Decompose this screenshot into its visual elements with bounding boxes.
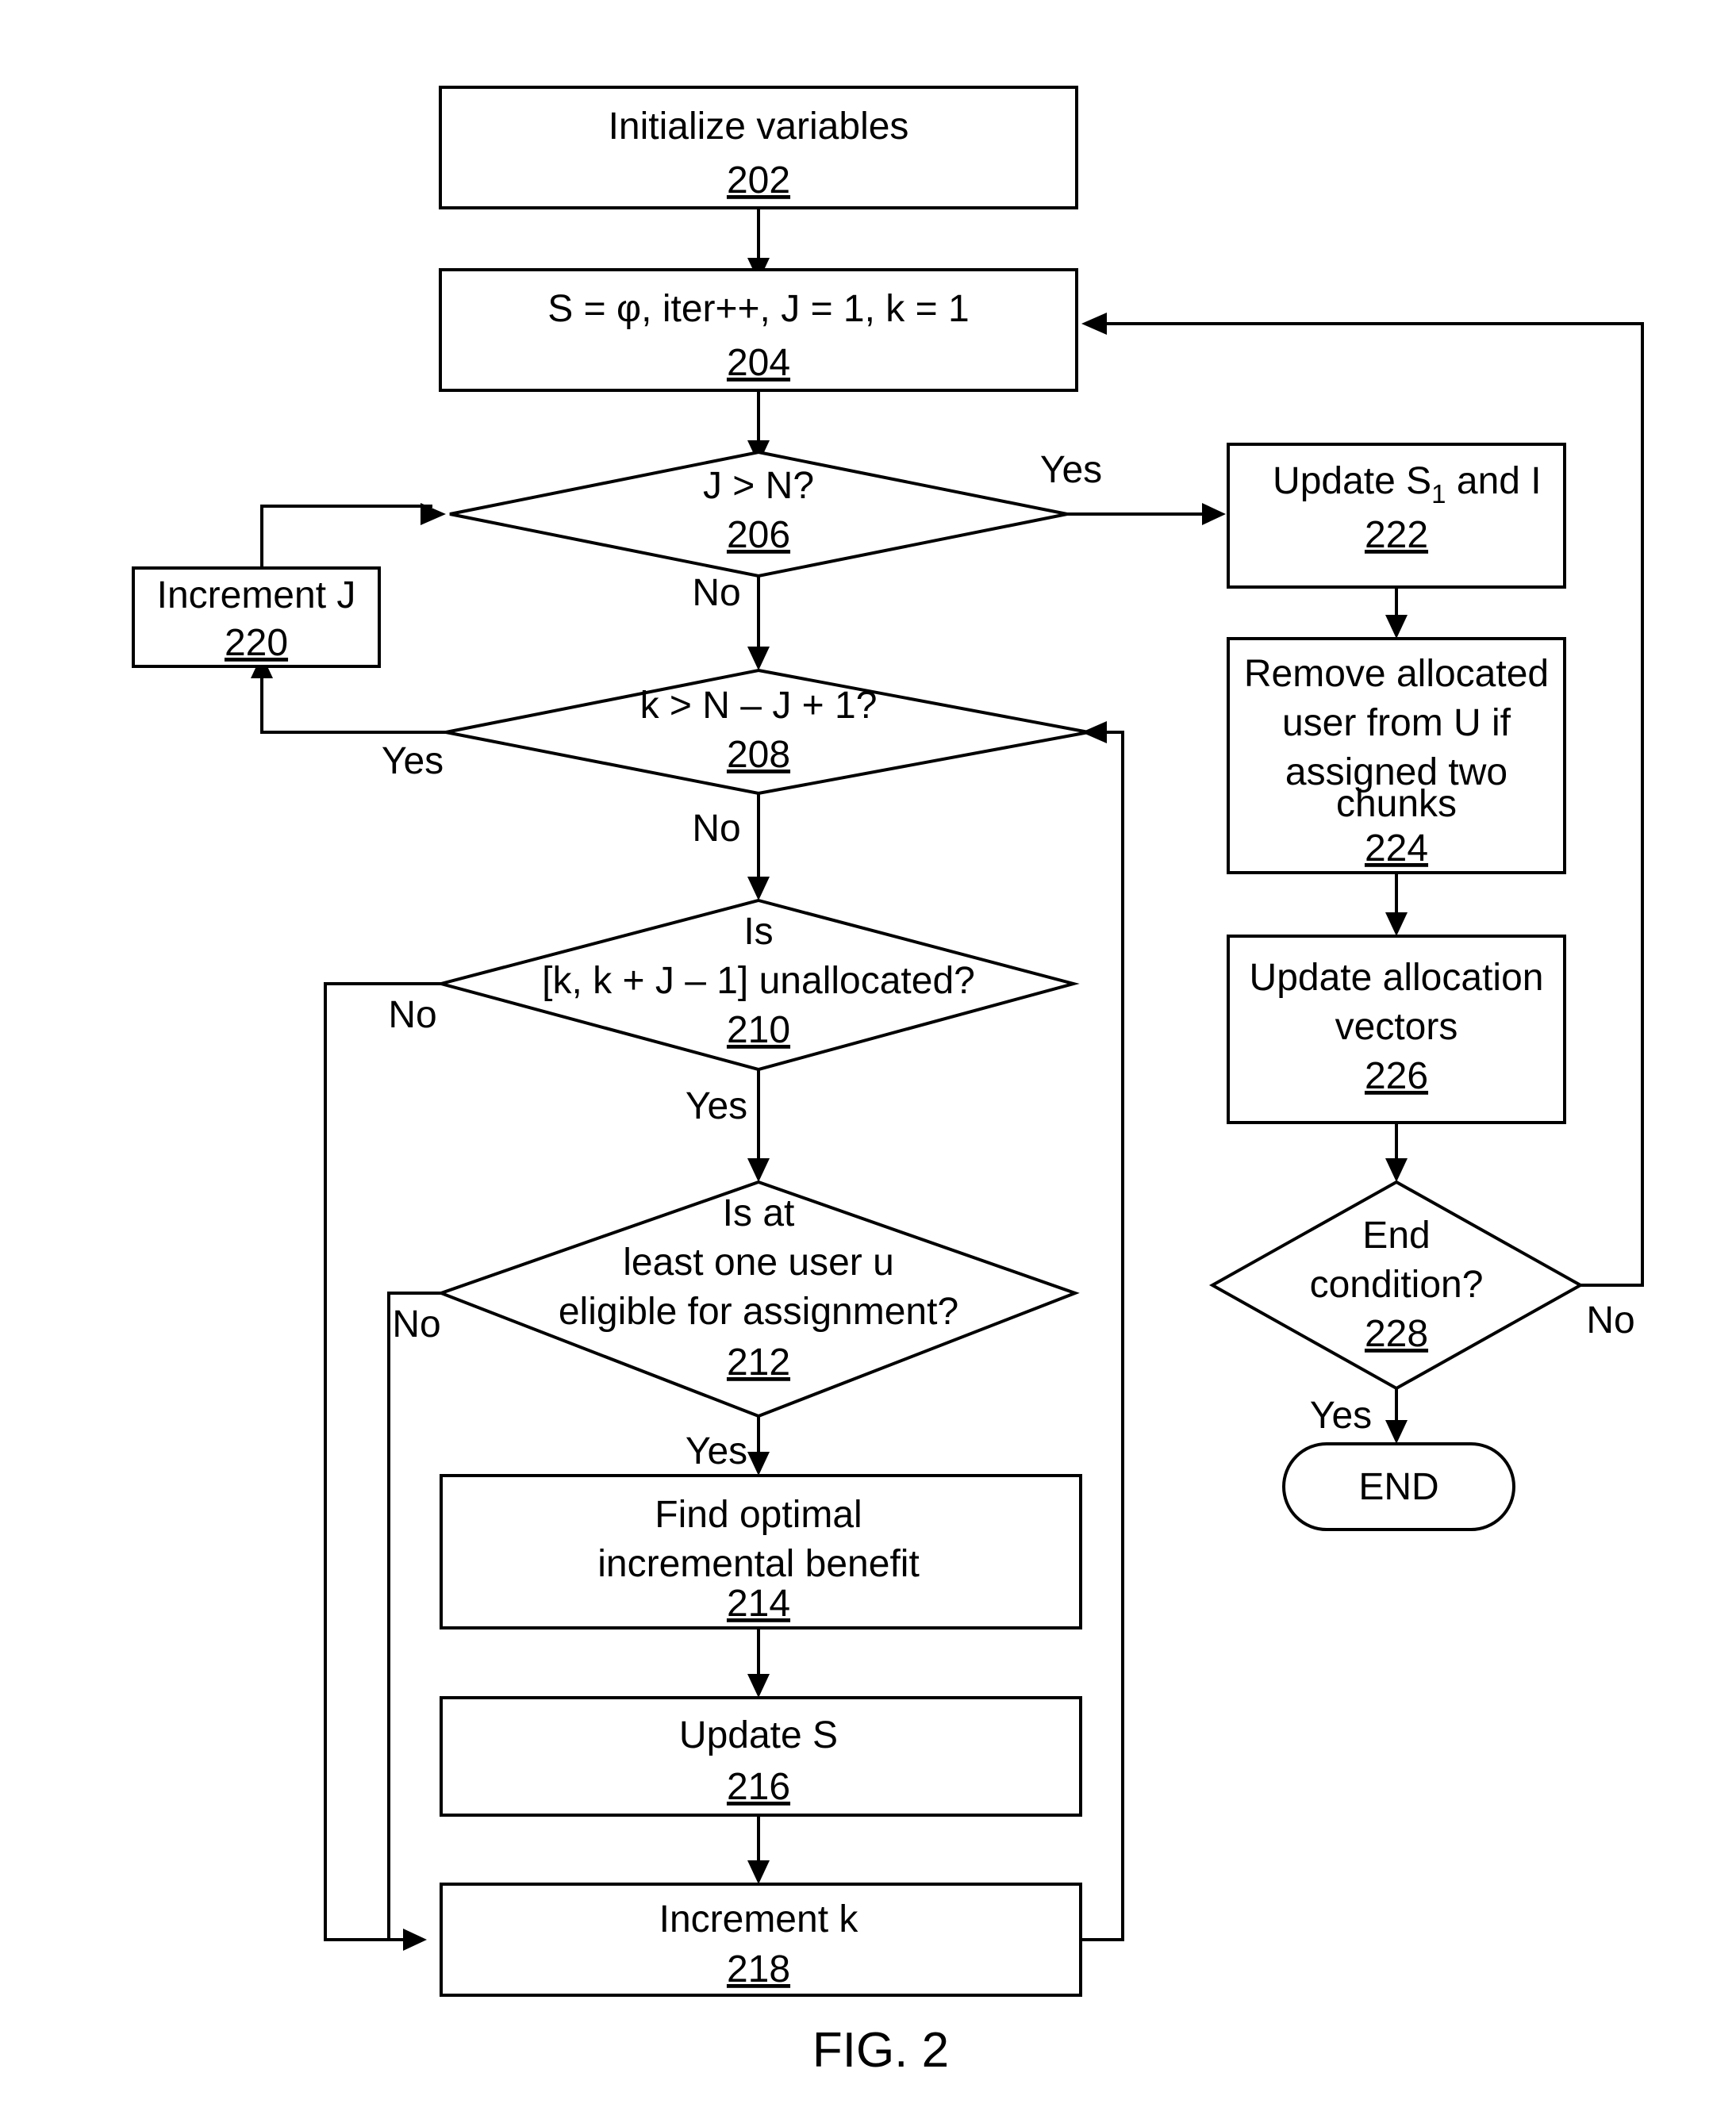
branch-label-210-yes: Yes <box>686 1085 747 1127</box>
branch-label-212-yes: Yes <box>686 1430 747 1472</box>
node-212-ref: 212 <box>727 1342 790 1384</box>
branch-label-208-yes: Yes <box>382 740 444 782</box>
node-222-ref: 222 <box>1365 514 1428 556</box>
connector-222-to-224 <box>1385 587 1408 639</box>
connector-212-no-to-218 <box>387 1292 441 1941</box>
node-222-text-tail: and I <box>1446 460 1542 502</box>
node-204-line-1: S = φ, iter++, J = 1, k = 1 <box>547 288 969 330</box>
node-220-line-1: Increment J <box>157 574 356 616</box>
node-216-line-1: Update S <box>679 1714 838 1756</box>
node-224-line-1: Remove allocated <box>1244 653 1549 695</box>
node-226-ref: 226 <box>1365 1055 1428 1097</box>
connector-208-no-to-210 <box>747 793 770 900</box>
node-210-ref: 210 <box>727 1009 790 1051</box>
branch-label-208-no: No <box>692 808 740 850</box>
connector-212-yes-to-214 <box>747 1416 770 1476</box>
node-228-line-2: condition? <box>1310 1264 1484 1306</box>
node-208-ref: 208 <box>727 734 790 776</box>
node-228-ref: 228 <box>1365 1313 1428 1355</box>
node-218-line-1: Increment k <box>659 1898 859 1940</box>
connector-210-no-to-218 <box>324 982 441 1951</box>
branch-label-228-no: No <box>1586 1299 1634 1342</box>
connector-216-to-218 <box>747 1815 770 1884</box>
node-202-line-1: Initialize variables <box>609 106 909 148</box>
connector-218-to-208 <box>1081 721 1124 1941</box>
node-226-line-2: vectors <box>1335 1006 1458 1048</box>
connector-226-to-228 <box>1385 1123 1408 1182</box>
node-214-ref: 214 <box>727 1583 790 1625</box>
node-210-line-1: Is <box>743 911 773 953</box>
branch-label-206-yes: Yes <box>1040 449 1102 491</box>
node-end-label: END <box>1358 1466 1438 1508</box>
node-208-line-1: k > N – J + 1? <box>640 685 878 727</box>
node-222-subscript: 1 <box>1431 479 1446 509</box>
node-224-line-4: chunks <box>1336 783 1457 825</box>
node-224-line-2: user from U if <box>1282 702 1511 744</box>
flowchart-canvas: Initialize variables 202 S = φ, iter++, … <box>132 86 1644 2078</box>
node-228-line-1: End <box>1362 1215 1430 1257</box>
node-214-line-1: Find optimal <box>655 1494 862 1536</box>
connector-214-to-216 <box>747 1628 770 1698</box>
node-212-line-3: eligible for assignment? <box>559 1291 958 1333</box>
figure-caption: FIG. 2 <box>812 2023 949 2078</box>
node-212-line-2: least one user u <box>623 1242 894 1284</box>
node-218-ref: 218 <box>727 1948 790 1990</box>
node-206-line-1: J > N? <box>703 465 814 507</box>
node-204-ref: 204 <box>727 342 790 384</box>
node-222-text-main: Update S <box>1273 460 1431 502</box>
node-206-ref: 206 <box>727 514 790 556</box>
connector-206-yes-to-222 <box>1067 503 1226 525</box>
connector-206-no-to-208 <box>747 576 770 670</box>
node-224-ref: 224 <box>1365 827 1428 869</box>
figure-container: Initialize variables 202 S = φ, iter++, … <box>0 0 1736 2115</box>
connector-210-yes-to-212 <box>747 1069 770 1182</box>
node-212-line-1: Is at <box>723 1192 795 1234</box>
node-226-line-1: Update allocation <box>1250 957 1544 999</box>
node-210-line-2: [k, k + J – 1] unallocated? <box>542 960 975 1002</box>
node-202-ref: 202 <box>727 159 790 202</box>
connector-224-to-226 <box>1385 873 1408 936</box>
connector-220-to-206 <box>260 503 446 568</box>
branch-label-206-no: No <box>692 572 740 614</box>
branch-label-210-no: No <box>388 994 436 1036</box>
node-220-ref: 220 <box>225 622 288 664</box>
branch-label-228-yes: Yes <box>1310 1395 1372 1437</box>
connector-228-yes-to-end <box>1385 1388 1408 1444</box>
node-214-line-2: incremental benefit <box>597 1543 920 1585</box>
branch-label-212-no: No <box>392 1303 440 1345</box>
node-222-line-1: Update S1 and I <box>1219 460 1573 509</box>
node-216-ref: 216 <box>727 1766 790 1808</box>
